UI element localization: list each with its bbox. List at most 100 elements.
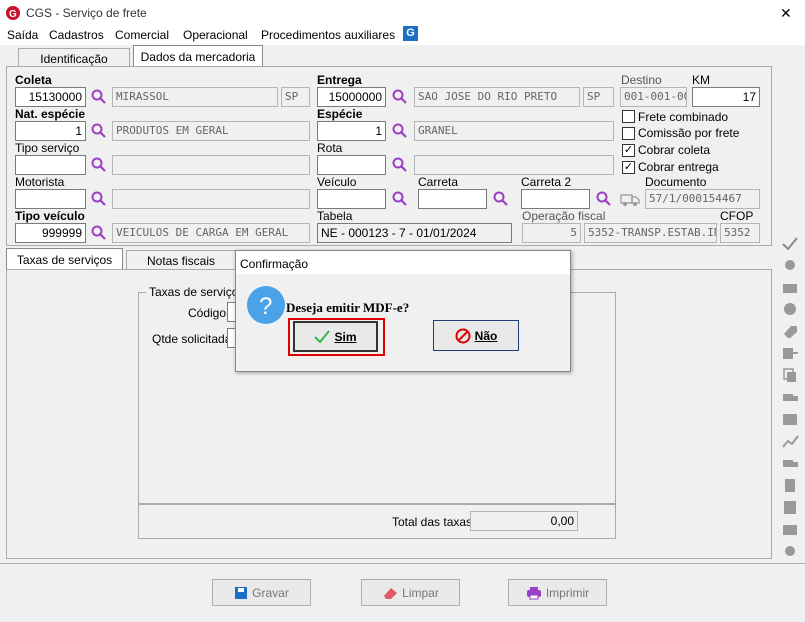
- carreta2-label: Carreta 2: [521, 175, 572, 189]
- frete-combinado-label: Frete combinado: [638, 110, 729, 124]
- cobrar-entrega-label: Cobrar entrega: [638, 160, 719, 174]
- tipo-servico-desc: [112, 155, 310, 175]
- frete-combinado-checkbox[interactable]: [622, 110, 635, 123]
- tab-identificacao[interactable]: Identificação: [18, 48, 130, 66]
- check-icon[interactable]: [781, 236, 799, 250]
- tipo-servico-input[interactable]: [15, 155, 86, 175]
- title-bar: G CGS - Serviço de frete ✕: [0, 0, 805, 26]
- window-title: CGS - Serviço de frete: [26, 6, 147, 20]
- app-logo-icon: G: [6, 6, 20, 20]
- tab-notas-fiscais[interactable]: Notas fiscais: [126, 250, 236, 270]
- menu-procedimentos[interactable]: Procedimentos auxiliares: [261, 28, 395, 42]
- carreta2-input[interactable]: [521, 189, 590, 209]
- tipo-veiculo-label: Tipo veículo: [15, 209, 85, 223]
- sim-button[interactable]: Sim: [293, 321, 378, 352]
- km-label: KM: [692, 73, 710, 87]
- tag-icon[interactable]: [781, 324, 799, 338]
- operacao-fiscal-label: Operação fiscal: [522, 209, 606, 223]
- cancel-icon: [455, 328, 471, 343]
- imprimir-button[interactable]: Imprimir: [508, 579, 607, 606]
- search-icon[interactable]: [392, 191, 408, 207]
- operacao-fiscal-desc: 5352-TRANSP.ESTAB.IND: [584, 223, 717, 243]
- question-icon: ?: [247, 286, 285, 324]
- menu-saida[interactable]: Saída: [7, 28, 38, 42]
- destino-field: 001-001-001: [620, 87, 687, 107]
- veiculo-input[interactable]: [317, 189, 386, 209]
- tabela-field[interactable]: NE - 000123 - 7 - 01/01/2024: [317, 223, 512, 243]
- printer-icon: [526, 586, 541, 599]
- search-icon[interactable]: [91, 191, 107, 207]
- truck-icon[interactable]: [781, 390, 799, 404]
- gravar-button[interactable]: Gravar: [212, 579, 311, 606]
- tabela-label: Tabela: [317, 209, 353, 223]
- eraser-icon: [384, 587, 398, 599]
- check-icon: [314, 329, 331, 343]
- svg-text:?: ?: [259, 293, 272, 320]
- search-icon[interactable]: [596, 191, 612, 207]
- destino-label: Destino: [621, 73, 662, 87]
- entrega-uf-field: SP: [583, 87, 614, 107]
- gear-icon[interactable]: [781, 258, 799, 272]
- cfop-label: CFOP: [720, 209, 754, 223]
- cobrar-entrega-checkbox[interactable]: ✓: [622, 161, 635, 174]
- menu-comercial[interactable]: Comercial: [115, 28, 169, 42]
- search-icon[interactable]: [493, 191, 509, 207]
- qtde-label: Qtde solicitada: [152, 332, 232, 346]
- box-icon[interactable]: [781, 522, 799, 536]
- circle-icon[interactable]: [781, 302, 799, 316]
- km-input[interactable]: 17: [692, 87, 760, 107]
- entrega-city-field: SAO JOSE DO RIO PRETO: [414, 87, 580, 107]
- chart-icon[interactable]: [781, 434, 799, 448]
- limpar-button[interactable]: Limpar: [361, 579, 460, 606]
- menu-operacional[interactable]: Operacional: [183, 28, 248, 42]
- export-icon[interactable]: [781, 346, 799, 360]
- truck-icon[interactable]: [781, 456, 799, 470]
- app-shortcut-icon[interactable]: G: [403, 26, 418, 41]
- cobrar-coleta-label: Cobrar coleta: [638, 143, 711, 157]
- coleta-uf-field: SP: [281, 87, 310, 107]
- nao-button[interactable]: Não: [433, 320, 519, 351]
- search-icon[interactable]: [91, 123, 107, 139]
- tipo-veiculo-input[interactable]: 999999: [15, 223, 86, 243]
- comissao-frete-checkbox[interactable]: [622, 127, 635, 140]
- copy-icon[interactable]: [781, 368, 799, 382]
- tab-taxas-servicos[interactable]: Taxas de serviços: [6, 248, 123, 270]
- coleta-code-input[interactable]: 15130000: [15, 87, 86, 107]
- sim-label: Sim: [334, 329, 357, 344]
- cfop-field: 5352: [720, 223, 760, 243]
- search-icon[interactable]: [392, 89, 408, 105]
- cobrar-coleta-checkbox[interactable]: ✓: [622, 144, 635, 157]
- search-icon[interactable]: [392, 123, 408, 139]
- coleta-city-field: MIRASSOL: [112, 87, 278, 107]
- documento-field: 57/1/000154467: [645, 189, 760, 209]
- motorista-input[interactable]: [15, 189, 86, 209]
- limpar-label: Limpar: [402, 585, 439, 600]
- settings-icon[interactable]: [781, 544, 799, 558]
- search-icon[interactable]: [392, 157, 408, 173]
- document-icon[interactable]: [781, 478, 799, 492]
- nat-especie-input[interactable]: 1: [15, 121, 86, 141]
- cargo-icon[interactable]: [781, 412, 799, 426]
- truck-icon[interactable]: [620, 191, 640, 207]
- total-value: 0,00: [470, 511, 578, 531]
- save-icon: [235, 586, 248, 599]
- carreta-label: Carreta: [418, 175, 459, 189]
- nao-label: Não: [474, 328, 498, 343]
- search-icon[interactable]: [91, 225, 107, 241]
- svg-text:G: G: [9, 9, 17, 20]
- especie-input[interactable]: 1: [317, 121, 386, 141]
- search-icon[interactable]: [91, 157, 107, 173]
- rota-label: Rota: [317, 141, 343, 155]
- tipo-veiculo-desc: VEICULOS DE CARGA EM GERAL: [112, 223, 310, 243]
- menu-cadastros[interactable]: Cadastros: [49, 28, 104, 42]
- gravar-label: Gravar: [252, 585, 289, 600]
- carreta-input[interactable]: [418, 189, 487, 209]
- tab-dados-mercadoria[interactable]: Dados da mercadoria: [133, 45, 263, 67]
- rota-input[interactable]: [317, 155, 386, 175]
- search-icon[interactable]: [91, 89, 107, 105]
- nat-especie-desc: PRODUTOS EM GERAL: [112, 121, 310, 141]
- ciot-icon[interactable]: [781, 280, 799, 294]
- book-icon[interactable]: [781, 500, 799, 514]
- entrega-code-input[interactable]: 15000000: [317, 87, 386, 107]
- close-icon[interactable]: ✕: [780, 5, 792, 22]
